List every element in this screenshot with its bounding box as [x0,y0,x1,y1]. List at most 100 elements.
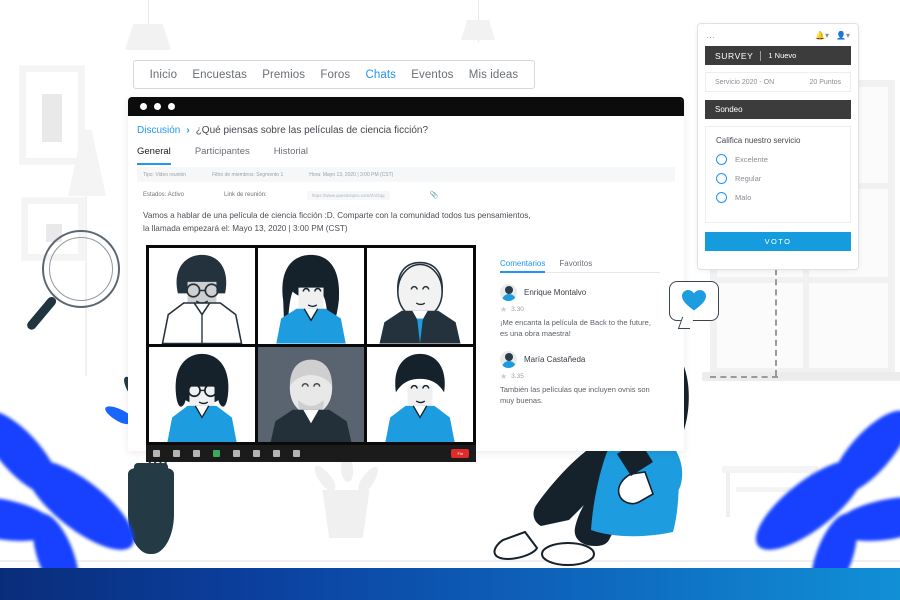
more-dots-icon[interactable]: … [706,30,716,40]
video-tile-6[interactable] [367,346,473,442]
more-icon[interactable] [293,450,300,457]
comment-author: María Castañeda [524,354,586,364]
hanging-lamp-right [455,0,501,42]
meeting-status-row: Estados: Activo Link de reunión: https:/… [137,188,675,202]
avatar [500,284,517,301]
nav-item-premios[interactable]: Premios [262,69,305,81]
meeting-status: Estados: Activo [143,192,185,198]
comment-rating: ★ 3.35 [500,372,660,381]
reaction-bubble[interactable] [669,281,719,321]
main-navigation[interactable]: Inicio Encuestas Premios Foros Chats Eve… [133,60,535,89]
nav-item-eventos[interactable]: Eventos [411,69,453,81]
survey-section-header: Sondeo [705,100,851,119]
bell-icon[interactable]: 🔔▾ [815,31,829,40]
video-grid [146,245,476,445]
breadcrumb-link[interactable]: Discusión [137,125,180,136]
nav-item-chats[interactable]: Chats [365,69,396,81]
discussion-tabs[interactable]: General Participantes Historial [137,146,308,165]
radio-icon[interactable] [716,154,727,165]
nav-item-mis-ideas[interactable]: Mis ideas [469,69,518,81]
comment-rating: ★ 3.30 [500,305,660,314]
record-icon[interactable] [253,450,260,457]
video-toolbar[interactable]: Fin [146,445,476,462]
user-icon[interactable]: 👤▾ [836,31,850,40]
radio-icon[interactable] [716,173,727,184]
video-tile-5[interactable] [258,346,364,442]
hanging-lamp-left [125,0,171,50]
survey-title: SURVEY [715,50,754,61]
comment-author: Enrique Montalvo [524,288,587,297]
survey-question: Califica nuestro servicio [716,136,801,145]
decorative-leaves-left [0,397,190,600]
survey-topbar: … 🔔▾ 👤▾ [698,24,858,46]
meta-time: Hora: Mayo 13, 2020 | 3:00 PM (CST) [309,171,394,178]
nav-item-foros[interactable]: Foros [320,69,350,81]
tab-historial[interactable]: Historial [274,146,308,165]
decorative-leaves-right [700,397,900,600]
tab-favoritos[interactable]: Favoritos [559,259,592,268]
survey-new-badge: 1 Nuevo [768,51,797,60]
nav-item-encuestas[interactable]: Encuestas [192,69,247,81]
breadcrumb: Discusión › ¿Qué piensas sobre las pelíc… [137,125,428,136]
video-tile-1[interactable] [149,248,255,344]
tab-comentarios[interactable]: Comentarios [500,259,545,268]
browser-window: Discusión › ¿Qué piensas sobre las pelíc… [128,97,684,462]
star-icon: ★ [500,305,508,314]
star-icon: ★ [500,371,508,381]
meeting-link-field[interactable]: https://www.questionpro.com/t/AOqq [306,190,390,200]
comment-item: Enrique Montalvo ★ 3.30 ¡Me encanta la p… [500,284,660,340]
video-tile-3[interactable] [367,248,473,344]
browser-titlebar [128,97,684,116]
end-call-button[interactable]: Fin [451,449,469,458]
survey-question-card: Califica nuestro servicio Excelente Regu… [705,126,851,223]
meta-type: Tipo: Video reunión [143,171,187,178]
survey-service-name: Servicio 2020 - ON [715,78,775,86]
radio-icon[interactable] [716,192,727,203]
survey-service-row: Servicio 2020 - ON 20 Puntos [705,72,851,92]
survey-option-excelente[interactable]: Excelente [716,154,840,165]
discussion-body: Vamos a hablar de una película de cienci… [143,211,531,233]
video-tile-2[interactable] [258,248,364,344]
nav-item-inicio[interactable]: Inicio [150,69,177,81]
heart-icon [682,290,706,311]
magnifier-icon [25,230,140,350]
view-grid-icon[interactable] [233,450,240,457]
page-title: ¿Qué piensas sobre las películas de cien… [195,125,429,136]
meeting-meta-bar: Tipo: Video reunión Filtro de miembros: … [137,167,675,182]
browser-content: Discusión › ¿Qué piensas sobre las pelíc… [128,116,684,462]
avatar [500,350,517,368]
paperclip-icon[interactable]: 📎 [430,191,439,199]
survey-points: 20 Puntos [809,78,841,86]
meta-filter: Filtro de miembros: Segmento 1 [212,171,284,178]
chat-icon[interactable] [193,450,200,457]
tab-participantes[interactable]: Participantes [195,146,250,165]
survey-panel: … 🔔▾ 👤▾ SURVEY 1 Nuevo Servicio 2020 - O… [697,23,859,270]
comment-text: También las películas que incluyen ovnis… [500,384,650,405]
comments-tabs[interactable]: Comentarios Favoritos [500,259,660,273]
window-dot-maximize[interactable] [168,103,175,110]
survey-header: SURVEY 1 Nuevo [705,46,851,65]
comment-text: ¡Me encanta la película de Back to the f… [500,318,651,339]
meeting-link-label: Link de reunión: [224,192,267,198]
breadcrumb-separator-icon: › [186,125,190,136]
survey-option-label: Excelente [735,155,768,164]
window-dot-minimize[interactable] [154,103,161,110]
survey-option-label: Malo [735,193,752,202]
share-screen-icon[interactable] [213,450,220,457]
rating-value: 3.35 [511,372,524,380]
survey-option-regular[interactable]: Regular [716,173,840,184]
reactions-icon[interactable] [273,450,280,457]
survey-option-label: Regular [735,174,762,183]
tab-general[interactable]: General [137,146,171,165]
survey-divider [760,50,762,61]
rating-value: 3.30 [511,306,524,313]
vote-button[interactable]: VOTO [705,232,851,251]
window-dot-close[interactable] [140,103,147,110]
footer-band [0,568,900,600]
meeting-link-url: https://www.questionpro.com/t/AOqq [311,192,385,198]
comment-item: María Castañeda ★ 3.35 También las pelíc… [500,350,660,407]
survey-option-malo[interactable]: Malo [716,192,840,203]
comments-panel: Comentarios Favoritos Enrique Montalvo ★… [500,259,660,406]
wall-frame-top [20,66,84,164]
middle-plant-pot [322,490,370,538]
